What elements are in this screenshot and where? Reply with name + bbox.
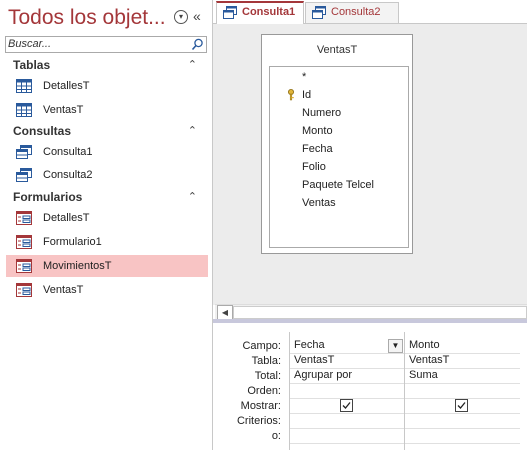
nav-item-label: VentasT — [43, 284, 84, 296]
query-design-grid: Campo: Tabla: Total: Orden: Mostrar: Cri… — [213, 323, 527, 450]
o-cell[interactable] — [405, 428, 520, 444]
tabla-value: VentasT — [409, 354, 450, 366]
search-box — [5, 36, 207, 53]
mostrar-cell — [405, 398, 520, 414]
nav-item-label: DetallesT — [43, 212, 90, 224]
form-icon — [16, 259, 32, 273]
field-item[interactable]: Monto — [302, 125, 333, 137]
campo-value: Monto — [409, 339, 440, 351]
table-icon — [16, 79, 32, 93]
tab-label: Consulta1 — [242, 6, 296, 18]
total-value: Suma — [409, 369, 438, 381]
group-label: Formularios — [13, 190, 83, 204]
query-icon — [16, 145, 32, 159]
field-item[interactable]: * — [302, 71, 306, 83]
nav-item-label: Consulta1 — [43, 146, 93, 158]
field-list-title: VentasT — [316, 44, 358, 56]
table-icon — [16, 103, 32, 117]
nav-item-query-consulta2[interactable]: Consulta2 — [6, 164, 208, 186]
tab-consulta2[interactable]: Consulta2 — [305, 2, 399, 23]
mostrar-checkbox[interactable] — [455, 399, 468, 412]
grid-column-2: Monto VentasT Suma — [404, 332, 520, 450]
total-cell[interactable]: Agrupar por — [290, 368, 405, 384]
orden-cell[interactable] — [290, 383, 405, 399]
search-icon[interactable] — [191, 38, 204, 51]
nav-menu-chevron-icon[interactable]: ▾ — [174, 10, 188, 24]
group-header-consultas[interactable]: Consultas ⌃ — [13, 124, 203, 138]
query-design-surface[interactable]: VentasT * Id Numero Monto Fecha Folio Pa… — [213, 24, 527, 305]
nav-item-form-detallest[interactable]: DetallesT — [6, 207, 208, 229]
group-label: Consultas — [13, 124, 72, 138]
tab-label: Consulta2 — [331, 6, 381, 18]
criterios-cell[interactable] — [290, 413, 405, 429]
dropdown-arrow-icon[interactable]: ▼ — [388, 339, 403, 353]
nav-item-table-detallest[interactable]: DetallesT — [6, 75, 208, 97]
horizontal-scrollbar[interactable]: ◀ — [215, 304, 527, 321]
field-item[interactable]: Ventas — [302, 197, 336, 209]
row-label-tabla: Tabla: — [251, 355, 281, 367]
nav-item-form-formulario1[interactable]: Formulario1 — [6, 231, 208, 253]
scrollbar-thumb[interactable] — [233, 306, 527, 319]
nav-item-label: MovimientosT — [43, 260, 112, 272]
criterios-cell[interactable] — [405, 413, 520, 429]
form-icon — [16, 211, 32, 225]
nav-item-label: VentasT — [43, 104, 84, 116]
nav-item-form-movimientost[interactable]: MovimientosT — [6, 255, 208, 277]
checkmark-icon — [457, 402, 466, 409]
field-list: * Id Numero Monto Fecha Folio Paquete Te… — [269, 66, 409, 248]
form-icon — [16, 235, 32, 249]
field-item[interactable]: Fecha — [302, 143, 333, 155]
mostrar-checkbox[interactable] — [340, 399, 353, 412]
tabla-value: VentasT — [294, 354, 335, 366]
row-label-o: o: — [271, 430, 281, 442]
nav-item-table-ventast[interactable]: VentasT — [6, 99, 208, 121]
mostrar-cell — [290, 398, 405, 414]
nav-item-label: Formulario1 — [43, 236, 102, 248]
campo-value: Fecha — [294, 339, 325, 351]
row-label-total: Total: — [254, 370, 281, 382]
row-label-criterios: Criterios: — [236, 415, 281, 427]
field-item[interactable]: Numero — [302, 107, 341, 119]
form-icon — [16, 283, 32, 297]
nav-item-label: Consulta2 — [43, 169, 93, 181]
tabla-cell[interactable]: VentasT — [405, 353, 520, 369]
campo-cell[interactable]: Fecha ▼ — [290, 338, 405, 354]
nav-item-form-ventast[interactable]: VentasT — [6, 279, 208, 301]
total-value: Agrupar por — [294, 369, 353, 381]
grid-column-1: Fecha ▼ VentasT Agrupar por — [289, 332, 405, 450]
query-icon — [223, 6, 237, 19]
group-header-tablas[interactable]: Tablas ⌃ — [13, 58, 203, 72]
collapse-chevron-icon[interactable]: ⌃ — [188, 58, 197, 71]
checkmark-icon — [342, 402, 351, 409]
field-list-ventast[interactable]: VentasT * Id Numero Monto Fecha Folio Pa… — [261, 34, 413, 254]
search-input[interactable] — [6, 37, 186, 50]
collapse-chevron-icon[interactable]: ⌃ — [188, 190, 197, 203]
query-icon — [16, 168, 32, 182]
tabla-cell[interactable]: VentasT — [290, 353, 405, 369]
field-item[interactable]: Folio — [302, 161, 326, 173]
total-cell[interactable]: Suma — [405, 368, 520, 384]
field-item[interactable]: Paquete Telcel — [302, 179, 374, 191]
orden-cell[interactable] — [405, 383, 520, 399]
field-item[interactable]: Id — [302, 89, 311, 101]
query-icon — [312, 6, 326, 19]
shutter-bar-collapse-icon[interactable]: « — [193, 8, 201, 24]
row-label-campo: Campo: — [242, 340, 281, 352]
collapse-chevron-icon[interactable]: ⌃ — [188, 124, 197, 137]
nav-item-query-consulta1[interactable]: Consulta1 — [6, 141, 208, 163]
group-label: Tablas — [13, 58, 51, 72]
document-tab-strip: Consulta1 Consulta2 — [213, 0, 527, 24]
nav-title[interactable]: Todos los objet... — [8, 6, 166, 30]
group-header-formularios[interactable]: Formularios ⌃ — [13, 190, 203, 204]
campo-cell[interactable]: Monto — [405, 338, 520, 354]
row-label-mostrar: Mostrar: — [240, 400, 281, 412]
navigation-pane: Todos los objet... ▾ « Tablas ⌃ Detalles… — [0, 0, 213, 450]
primary-key-icon — [288, 89, 294, 101]
tab-consulta1[interactable]: Consulta1 — [216, 1, 304, 24]
nav-item-label: DetallesT — [43, 80, 90, 92]
o-cell[interactable] — [290, 428, 405, 444]
row-label-orden: Orden: — [247, 385, 281, 397]
